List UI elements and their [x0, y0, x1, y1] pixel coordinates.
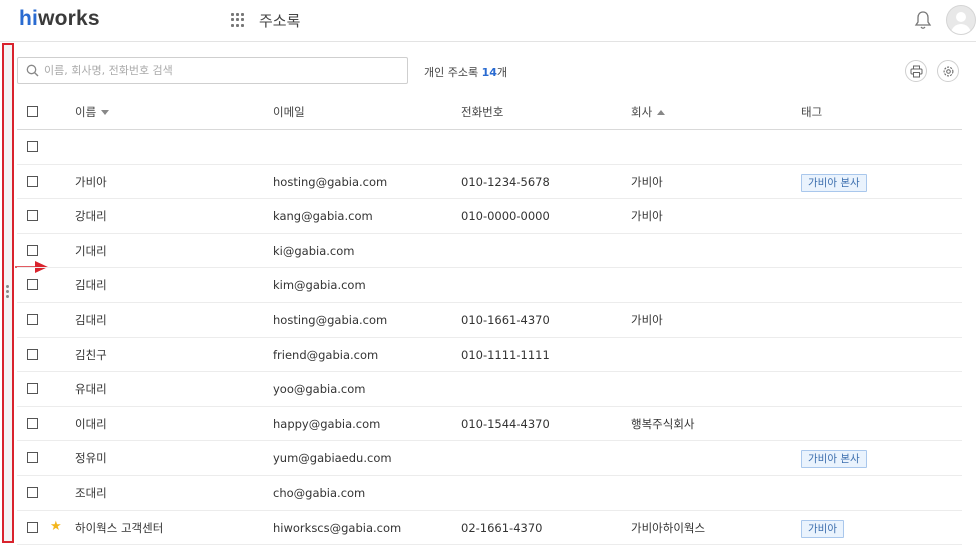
tag-badge[interactable]: 가비아 [801, 519, 844, 538]
search-icon [26, 64, 39, 77]
sidebar-collapse-panel[interactable] [2, 43, 14, 543]
avatar-icon[interactable] [946, 5, 976, 35]
contact-email[interactable]: cho@gabia.com [273, 476, 365, 510]
row-checkbox[interactable] [27, 279, 38, 291]
contact-name[interactable]: 강대리 [75, 199, 107, 233]
contact-name[interactable]: 조대리 [75, 476, 107, 510]
settings-button[interactable] [937, 60, 959, 82]
column-header-tag: 태그 [801, 105, 823, 119]
contact-name[interactable]: 김대리 [75, 268, 107, 302]
address-table: 이름 이메일 전화번호 회사 태그 가비아 hosting@gabia.com 01… [17, 95, 962, 545]
contact-email[interactable]: hosting@gabia.com [273, 303, 387, 337]
contact-phone: 010-1111-1111 [461, 347, 550, 362]
top-bar: hiworks 주소록 [0, 0, 976, 42]
contact-email[interactable]: yum@gabiaedu.com [273, 441, 392, 475]
grid-icon[interactable] [231, 13, 245, 27]
sort-asc-icon [657, 110, 666, 115]
contact-phone: 010-0000-0000 [461, 209, 550, 224]
column-header-email: 이메일 [273, 105, 305, 119]
row-checkbox[interactable] [27, 175, 38, 187]
row-checkbox[interactable] [27, 141, 38, 152]
select-all-checkbox[interactable] [27, 106, 38, 117]
contact-email[interactable]: kim@gabia.com [273, 268, 366, 302]
bell-icon[interactable] [914, 10, 932, 34]
sort-desc-icon [101, 110, 110, 115]
table-header: 이름 이메일 전화번호 회사 태그 [17, 95, 962, 130]
contact-company: 가비아 [631, 174, 663, 189]
contact-email[interactable]: happy@gabia.com [273, 407, 380, 441]
print-button[interactable] [905, 60, 927, 82]
table-row[interactable]: 김대리 kim@gabia.com [17, 268, 962, 303]
column-header-phone: 전화번호 [461, 105, 504, 119]
contact-email[interactable]: friend@gabia.com [273, 338, 378, 372]
contact-phone: 010-1234-5678 [461, 174, 550, 189]
contact-email[interactable]: hosting@gabia.com [273, 165, 387, 199]
tag-badge[interactable]: 가비아 본사 [801, 173, 867, 192]
contact-email[interactable]: kang@gabia.com [273, 199, 373, 233]
table-row[interactable] [17, 130, 962, 165]
table-row[interactable]: 조대리 cho@gabia.com [17, 476, 962, 511]
contact-email[interactable]: yoo@gabia.com [273, 372, 365, 406]
table-body: 가비아 hosting@gabia.com 010-1234-5678 가비아 가비아 … [17, 130, 962, 545]
row-checkbox[interactable] [27, 210, 38, 222]
contact-company: 행복주식회사 [631, 416, 695, 431]
app-title: 주소록 [259, 12, 301, 30]
table-row[interactable]: 가비아 hosting@gabia.com 010-1234-5678 가비아 가비아 … [17, 165, 962, 200]
table-row[interactable]: 이대리 happy@gabia.com 010-1544-4370 행복주식회사 [17, 407, 962, 442]
contact-company: 가비아하이웍스 [631, 520, 706, 535]
contact-name[interactable]: 하이웍스 고객센터 [75, 511, 163, 545]
row-checkbox[interactable] [27, 383, 38, 395]
column-header-name[interactable]: 이름 [75, 95, 110, 129]
row-checkbox[interactable] [27, 417, 38, 429]
address-count: 개인 주소록 14개 [424, 66, 508, 79]
search-box[interactable] [17, 57, 408, 84]
contact-phone: 02-1661-4370 [461, 520, 543, 535]
contact-phone: 010-1661-4370 [461, 312, 550, 327]
contact-name[interactable]: 유대리 [75, 372, 107, 406]
row-checkbox[interactable] [27, 486, 38, 498]
table-row[interactable]: 김친구 friend@gabia.com 010-1111-1111 [17, 338, 962, 373]
table-row[interactable]: 유대리 yoo@gabia.com [17, 372, 962, 407]
contact-email[interactable]: ki@gabia.com [273, 234, 354, 268]
row-checkbox[interactable] [27, 521, 38, 533]
table-row[interactable]: 정유미 yum@gabiaedu.com 가비아 본사 [17, 441, 962, 476]
gear-icon [943, 66, 954, 77]
contact-name[interactable]: 정유미 [75, 441, 107, 475]
row-checkbox[interactable] [27, 348, 38, 360]
table-row[interactable]: 김대리 hosting@gabia.com 010-1661-4370 가비아 [17, 303, 962, 338]
star-icon[interactable]: ★ [50, 519, 62, 534]
search-input[interactable] [44, 61, 399, 80]
table-row[interactable]: 기대리 ki@gabia.com [17, 234, 962, 269]
contact-name[interactable]: 김친구 [75, 338, 107, 372]
contact-company: 가비아 [631, 209, 663, 224]
row-checkbox[interactable] [27, 313, 38, 325]
table-row[interactable]: ★ 하이웍스 고객센터 hiworkscs@gabia.com 02-1661-437… [17, 511, 962, 545]
hiworks-logo[interactable]: hiworks [19, 7, 100, 31]
drag-handle-icon[interactable] [6, 285, 10, 300]
contact-name[interactable]: 이대리 [75, 407, 107, 441]
tag-badge[interactable]: 가비아 본사 [801, 450, 867, 469]
contact-email[interactable]: hiworkscs@gabia.com [273, 511, 401, 545]
column-header-company[interactable]: 회사 [631, 95, 666, 129]
contact-phone: 010-1544-4370 [461, 416, 550, 431]
row-checkbox[interactable] [27, 244, 38, 256]
contact-name[interactable]: 기대리 [75, 234, 107, 268]
contact-company: 가비아 [631, 312, 663, 327]
print-icon [910, 65, 923, 78]
contact-name[interactable]: 김대리 [75, 303, 107, 337]
contact-name[interactable]: 가비아 [75, 165, 107, 199]
row-checkbox[interactable] [27, 452, 38, 464]
table-row[interactable]: 강대리 kang@gabia.com 010-0000-0000 가비아 [17, 199, 962, 234]
